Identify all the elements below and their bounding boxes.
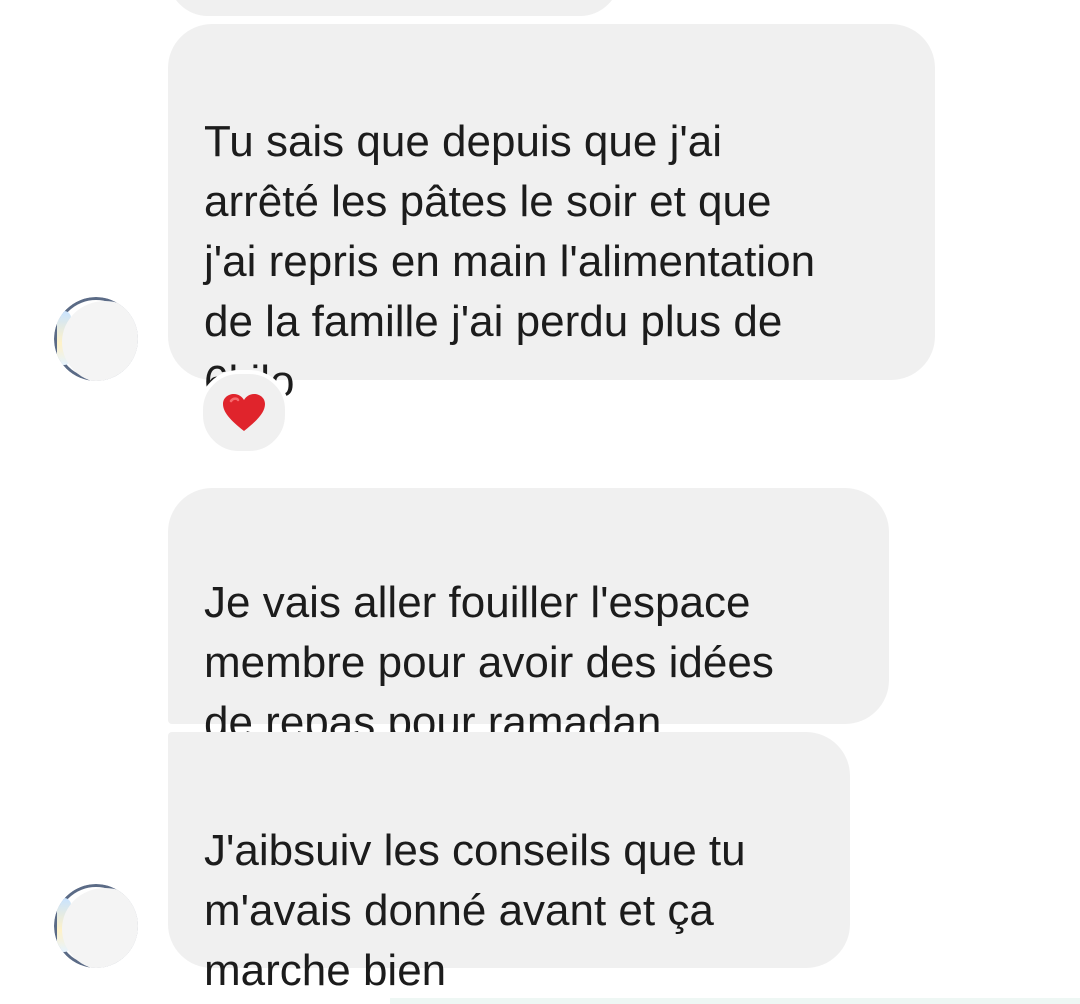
message-text: J'aibsuiv les conseils que tu m'avais do…: [204, 826, 746, 995]
message-bubble[interactable]: Tu sais que depuis que j'ai arrêté les p…: [168, 24, 935, 406]
message-reaction[interactable]: [199, 370, 289, 455]
previous-message-bubble[interactable]: [168, 0, 620, 16]
message-bubble[interactable]: J'aibsuiv les conseils que tu m'avais do…: [168, 732, 850, 995]
message-text: Tu sais que depuis que j'ai arrêté les p…: [204, 117, 816, 406]
contact-avatar[interactable]: [54, 297, 138, 381]
message-text: Je vais aller fouiller l'espace membre p…: [204, 578, 774, 747]
message-bubble[interactable]: Je vais aller fouiller l'espace membre p…: [168, 488, 889, 747]
contact-avatar[interactable]: [54, 884, 138, 968]
avatar-redaction: [62, 301, 138, 381]
heart-icon: [223, 393, 265, 431]
avatar-redaction: [62, 888, 138, 968]
composer-edge: [390, 998, 1080, 1004]
